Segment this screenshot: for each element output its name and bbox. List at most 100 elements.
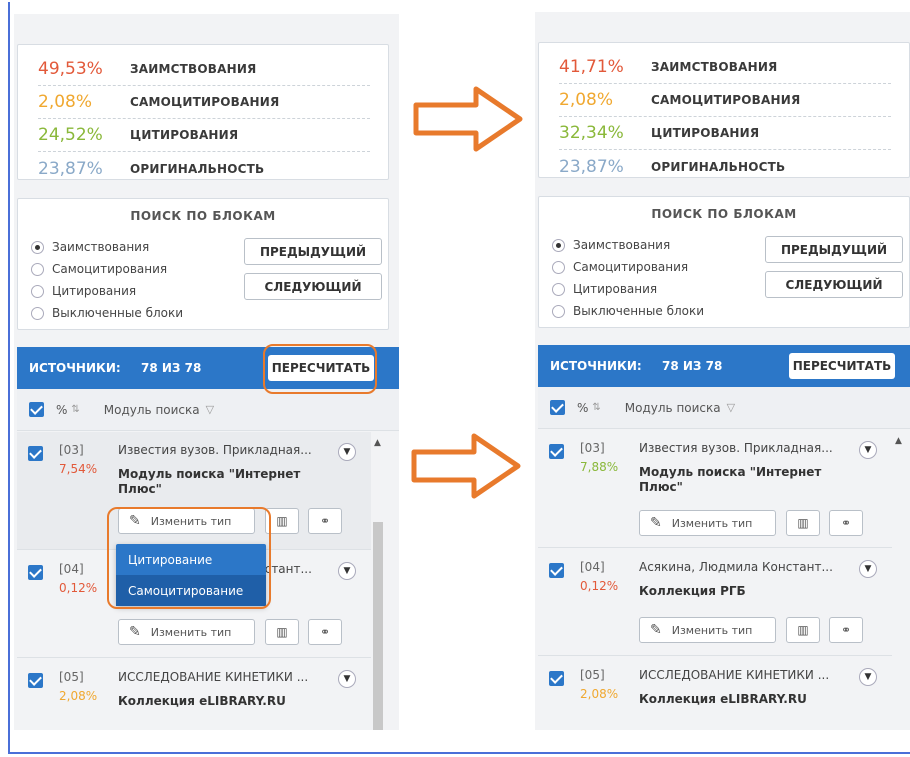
recalculate-button[interactable]: ПЕРЕСЧИТАТЬ — [268, 355, 374, 381]
select-all-checkbox[interactable] — [29, 402, 44, 417]
radio-circle[interactable] — [552, 260, 565, 274]
radio-label: Выключенные блоки — [573, 304, 705, 318]
stat-label: ЗАИМСТВОВАНИЯ — [130, 62, 257, 76]
list-item[interactable]: [05] 2,08% ИССЛЕДОВАНИЕ КИНЕТИКИ ... ▼ К… — [17, 659, 371, 730]
radio-label: Заимствования — [573, 238, 671, 252]
book-icon[interactable]: ▥ — [786, 617, 820, 643]
report-panel-before: 49,53% ЗАИМСТВОВАНИЯ 2,08% САМОЦИТИРОВАНИЯ… — [14, 14, 399, 730]
sources-header: ИСТОЧНИКИ: 78 ИЗ 78 ПЕРЕСЧИТАТЬ — [17, 347, 399, 389]
chevron-down-icon[interactable]: ▼ — [338, 562, 356, 580]
pencil-icon: ✎ — [129, 513, 141, 529]
item-title: Асякина, Людмила Констант... — [639, 560, 833, 574]
sources-list: [03] 7,88% Известия вузов. Прикладная...… — [538, 430, 892, 730]
radio-self-citation[interactable]: Самоцитирования — [31, 262, 167, 276]
scrollbar[interactable]: ▲ — [371, 432, 385, 730]
item-checkbox[interactable] — [28, 565, 43, 580]
chevron-down-icon[interactable]: ▼ — [859, 668, 877, 686]
radio-disabled-blocks[interactable]: Выключенные блоки — [31, 306, 183, 320]
stat-value: 23,87% — [559, 156, 624, 177]
radio-citation[interactable]: Цитирования — [31, 284, 136, 298]
next-button[interactable]: СЛЕДУЮЩИЙ — [244, 273, 382, 300]
stat-citation: 24,52% ЦИТИРОВАНИЯ — [38, 119, 370, 152]
radio-circle[interactable] — [31, 306, 44, 320]
change-type-button[interactable]: ✎ Изменить тип — [639, 510, 776, 536]
stat-borrowing: 49,53% ЗАИМСТВОВАНИЯ — [38, 53, 370, 86]
change-type-button[interactable]: ✎ Изменить тип — [118, 619, 255, 645]
sources-header: ИСТОЧНИКИ: 78 ИЗ 78 ПЕРЕСЧИТАТЬ — [538, 345, 910, 387]
select-all-checkbox[interactable] — [550, 400, 565, 415]
change-type-label: Изменить тип — [671, 623, 753, 637]
dropdown-option-self-citation[interactable]: Самоцитирование — [116, 575, 266, 606]
pencil-icon: ✎ — [129, 624, 141, 640]
change-type-label: Изменить тип — [150, 625, 232, 639]
prev-button[interactable]: ПРЕДЫДУЩИЙ — [244, 238, 382, 265]
radio-circle[interactable] — [31, 284, 44, 298]
list-item[interactable]: [03] 7,88% Известия вузов. Прикладная...… — [538, 430, 892, 548]
list-item[interactable]: [05] 2,08% ИССЛЕДОВАНИЕ КИНЕТИКИ ... ▼ К… — [538, 657, 892, 730]
chevron-down-icon[interactable]: ▼ — [859, 560, 877, 578]
book-icon[interactable]: ▥ — [786, 510, 820, 536]
book-icon[interactable]: ▥ — [265, 619, 299, 645]
stat-label: ОРИГИНАЛЬНОСТЬ — [130, 161, 265, 176]
link-icon[interactable]: ⚭ — [829, 510, 863, 536]
column-header: % ⇅ Модуль поиска ▽ — [538, 387, 910, 429]
link-icon[interactable]: ⚭ — [308, 508, 342, 534]
radio-disabled-blocks[interactable]: Выключенные блоки — [552, 304, 704, 318]
scrollbar[interactable]: ▲ — [892, 430, 906, 730]
sort-icon[interactable]: ⇅ — [71, 404, 79, 415]
radio-label: Цитирования — [52, 284, 137, 298]
filter-icon[interactable]: ▽ — [206, 403, 214, 416]
chevron-down-icon[interactable]: ▼ — [338, 670, 356, 688]
radio-citation[interactable]: Цитирования — [552, 282, 657, 296]
scrollbar-thumb[interactable] — [373, 522, 383, 730]
link-icon[interactable]: ⚭ — [829, 617, 863, 643]
radio-circle[interactable] — [31, 262, 44, 276]
item-number: [03] — [59, 443, 84, 457]
prev-button[interactable]: ПРЕДЫДУЩИЙ — [765, 236, 903, 263]
radio-label: Самоцитирования — [52, 262, 168, 276]
stat-originality: 23,87% ОРИГИНАЛЬНОСТЬ — [559, 150, 891, 183]
stats-box: 41,71% ЗАИМСТВОВАНИЯ 2,08% САМОЦИТИРОВАНИЯ… — [538, 42, 910, 178]
item-checkbox[interactable] — [549, 444, 564, 459]
item-checkbox[interactable] — [549, 671, 564, 686]
change-type-button[interactable]: ✎ Изменить тип — [639, 617, 776, 643]
item-percent: 0,12% — [580, 579, 619, 593]
stat-citation: 32,34% ЦИТИРОВАНИЯ — [559, 117, 891, 150]
item-percent: 0,12% — [59, 581, 98, 595]
sources-label: ИСТОЧНИКИ: — [550, 359, 642, 373]
chevron-down-icon[interactable]: ▼ — [338, 443, 356, 461]
list-item[interactable]: [03] 7,54% Известия вузов. Прикладная...… — [17, 432, 371, 550]
item-module: Коллекция РГБ — [639, 584, 746, 598]
radio-borrowing[interactable]: Заимствования — [31, 240, 149, 254]
change-type-button[interactable]: ✎ Изменить тип — [118, 508, 255, 534]
item-checkbox[interactable] — [28, 673, 43, 688]
pencil-icon: ✎ — [650, 622, 662, 638]
radio-circle[interactable] — [552, 238, 565, 252]
scroll-up-icon[interactable]: ▲ — [374, 438, 381, 448]
recalculate-button[interactable]: ПЕРЕСЧИТАТЬ — [789, 353, 895, 379]
item-module: Коллекция eLIBRARY.RU — [118, 694, 286, 708]
radio-circle[interactable] — [31, 240, 44, 254]
scroll-up-icon[interactable]: ▲ — [895, 436, 902, 446]
item-number: [04] — [59, 562, 84, 576]
book-icon[interactable]: ▥ — [265, 508, 299, 534]
radio-circle[interactable] — [552, 304, 565, 318]
stat-originality: 23,87% ОРИГИНАЛЬНОСТЬ — [38, 152, 370, 185]
item-checkbox[interactable] — [549, 563, 564, 578]
dropdown-option-citation[interactable]: Цитирование — [116, 544, 266, 575]
next-button[interactable]: СЛЕДУЮЩИЙ — [765, 271, 903, 298]
chevron-down-icon[interactable]: ▼ — [859, 441, 877, 459]
radio-self-citation[interactable]: Самоцитирования — [552, 260, 688, 274]
radio-circle[interactable] — [552, 282, 565, 296]
filter-icon[interactable]: ▽ — [727, 401, 735, 414]
stat-value: 2,08% — [559, 90, 614, 110]
frame-bottom-border — [8, 752, 910, 754]
radio-borrowing[interactable]: Заимствования — [552, 238, 670, 252]
item-module: Модуль поиска "Интернет Плюс" — [118, 467, 301, 496]
link-icon[interactable]: ⚭ — [308, 619, 342, 645]
change-type-label: Изменить тип — [150, 514, 232, 528]
sort-icon[interactable]: ⇅ — [592, 402, 600, 413]
list-item[interactable]: [04] 0,12% Асякина, Людмила Констант... … — [538, 549, 892, 656]
stat-label: ОРИГИНАЛЬНОСТЬ — [651, 159, 786, 174]
item-checkbox[interactable] — [28, 446, 43, 461]
